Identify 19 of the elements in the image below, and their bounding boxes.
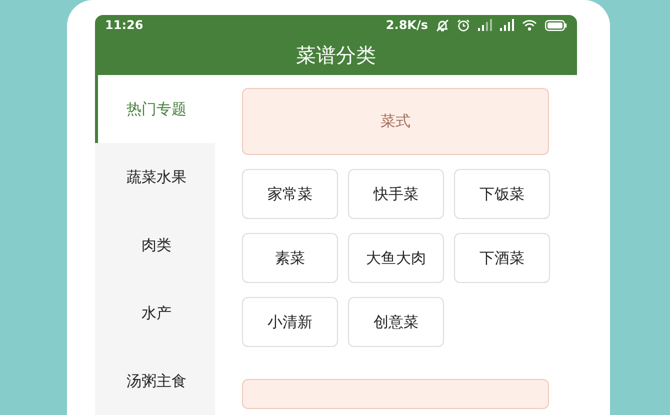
dish-tag-button[interactable]: 快手菜 <box>348 169 444 219</box>
dish-tag-button[interactable]: 大鱼大肉 <box>348 233 444 283</box>
dish-tag-button[interactable]: 创意菜 <box>348 297 444 347</box>
status-time: 11:26 <box>105 17 144 34</box>
dish-tag-button[interactable]: 小清新 <box>242 297 338 347</box>
signal-icon <box>500 19 514 32</box>
dish-tag-button[interactable]: 家常菜 <box>242 169 338 219</box>
network-speed: 2.8K/s <box>386 17 428 34</box>
category-title: 菜式 <box>380 111 410 132</box>
dish-tag-button[interactable]: 下饭菜 <box>454 169 550 219</box>
page-title: 菜谱分类 <box>296 42 376 70</box>
wifi-icon <box>522 19 537 32</box>
battery-icon <box>545 20 567 31</box>
dish-tag-button[interactable]: 素菜 <box>242 233 338 283</box>
sidebar-item[interactable]: 热门专题 <box>95 75 215 143</box>
signal-icon <box>478 19 492 32</box>
dish-tag-button[interactable]: 下酒菜 <box>454 233 550 283</box>
alarm-clock-icon <box>457 18 470 32</box>
bell-muted-icon <box>436 18 449 32</box>
